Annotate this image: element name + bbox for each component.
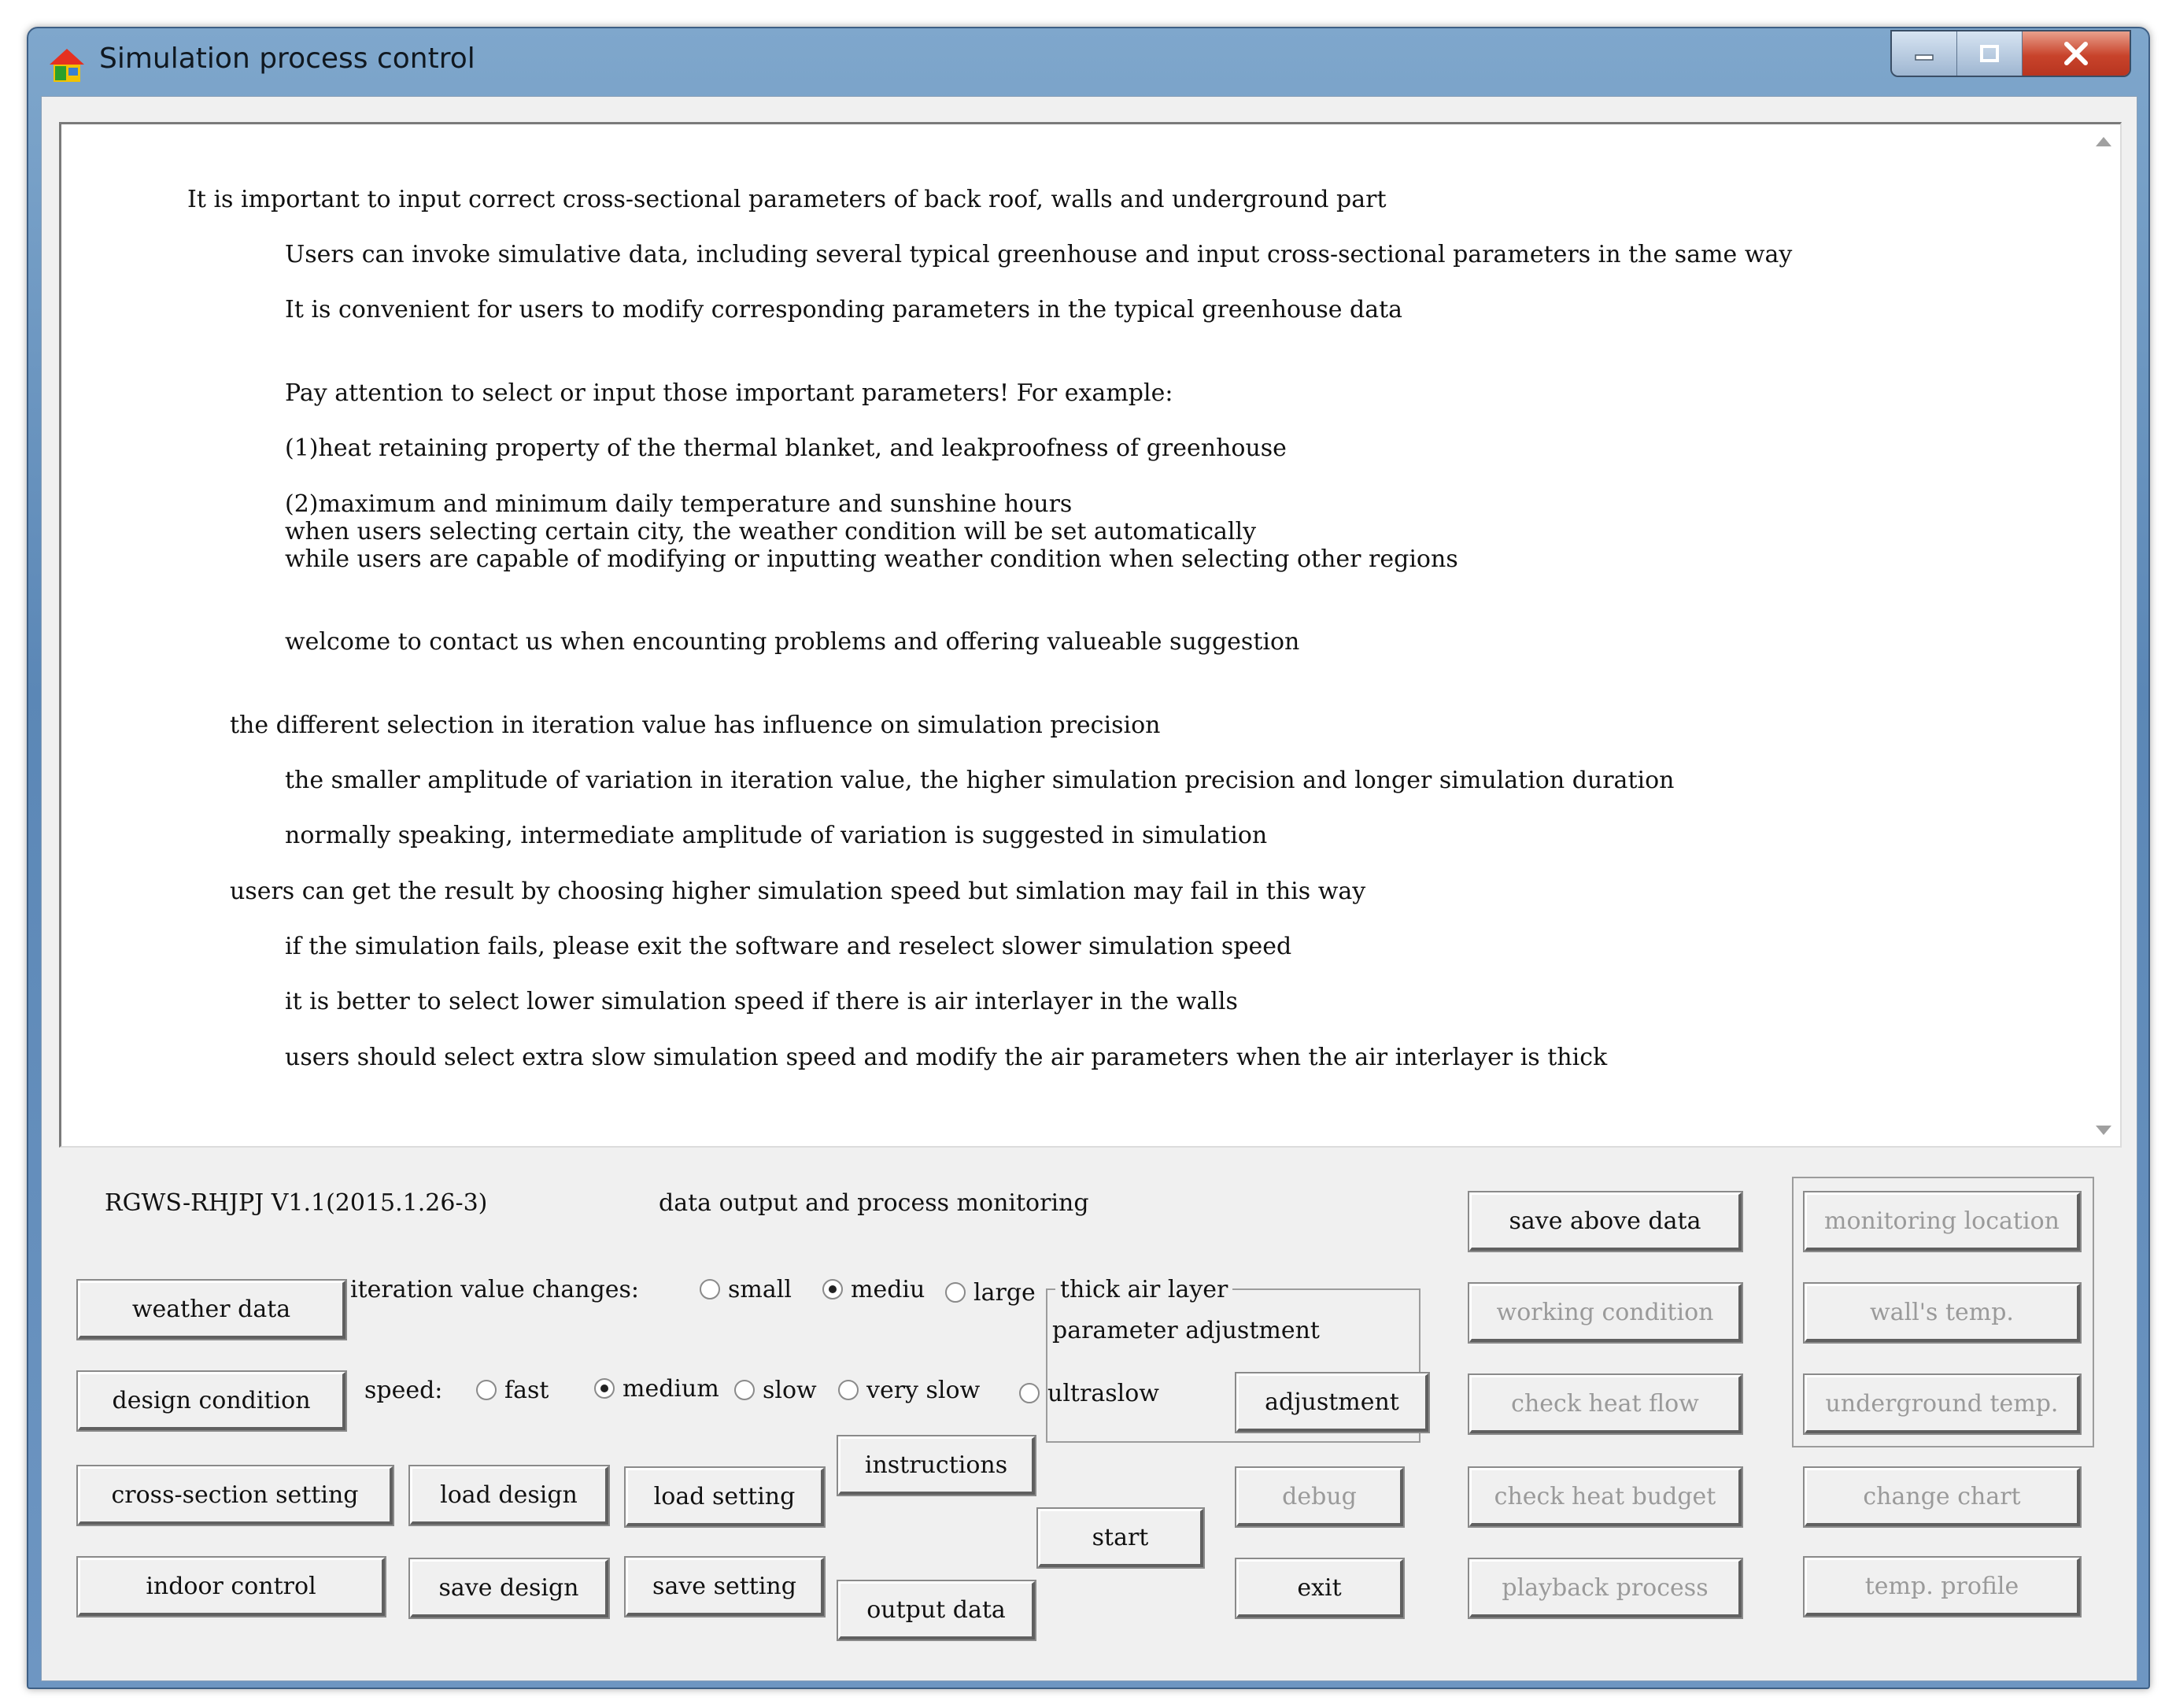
iteration-option-label: mediu xyxy=(851,1276,925,1303)
client-area: It is important to input correct cross-s… xyxy=(41,96,2137,1681)
speed-radio-ultraslow[interactable] xyxy=(1019,1383,1040,1403)
info-line: when users selecting certain city, the w… xyxy=(285,518,1257,545)
close-icon xyxy=(2064,42,2088,65)
change-chart-button[interactable]: change chart xyxy=(1803,1466,2082,1528)
speed-radio-very-slow[interactable] xyxy=(838,1380,859,1400)
info-line: welcome to contact us when encounting pr… xyxy=(285,628,1300,656)
info-line: Pay attention to select or input those i… xyxy=(285,379,1173,407)
iteration-radio-small[interactable] xyxy=(700,1279,720,1299)
speed-radio-slow[interactable] xyxy=(734,1380,755,1400)
monitoring-location-button[interactable]: monitoring location xyxy=(1803,1191,2082,1252)
title-bar[interactable]: Simulation process control xyxy=(28,28,2148,96)
minimize-button[interactable] xyxy=(1892,31,1957,76)
debug-button[interactable]: debug xyxy=(1235,1466,1405,1528)
window-controls xyxy=(1890,30,2131,77)
weather-data-button[interactable]: weather data xyxy=(76,1279,347,1340)
info-line: normally speaking, intermediate amplitud… xyxy=(285,822,1268,849)
save-setting-button[interactable]: save setting xyxy=(624,1556,826,1617)
info-line: users should select extra slow simulatio… xyxy=(285,1044,1608,1071)
speed-option-label: medium xyxy=(623,1375,719,1403)
adjustment-button[interactable]: adjustment xyxy=(1235,1372,1430,1433)
info-line: (2)maximum and minimum daily temperature… xyxy=(285,490,1073,518)
info-line: while users are capable of modifying or … xyxy=(285,545,1458,573)
speed-option-label: very slow xyxy=(866,1377,981,1404)
walls-temp-button[interactable]: wall's temp. xyxy=(1803,1282,2082,1344)
info-line: the smaller amplitude of variation in it… xyxy=(285,767,1675,794)
iteration-radio-large[interactable] xyxy=(945,1282,966,1303)
underground-temp-button[interactable]: underground temp. xyxy=(1803,1373,2082,1435)
design-condition-button[interactable]: design condition xyxy=(76,1370,347,1432)
window-title: Simulation process control xyxy=(99,43,475,75)
maximize-button[interactable] xyxy=(1957,31,2023,76)
instructions-button[interactable]: instructions xyxy=(837,1435,1036,1496)
info-line: It is convenient for users to modify cor… xyxy=(285,296,1403,323)
speed-label: speed: xyxy=(364,1377,443,1404)
working-condition-button[interactable]: working condition xyxy=(1468,1282,1743,1344)
info-line: users can get the result by choosing hig… xyxy=(230,878,1366,905)
iteration-option-label: small xyxy=(728,1276,792,1303)
speed-radio-medium[interactable] xyxy=(594,1378,615,1399)
temp-profile-button[interactable]: temp. profile xyxy=(1803,1556,2082,1617)
exit-button[interactable]: exit xyxy=(1235,1558,1405,1619)
info-line: It is important to input correct cross-s… xyxy=(187,186,1387,213)
maximize-icon xyxy=(1980,45,1999,62)
info-line: Users can invoke simulative data, includ… xyxy=(285,241,1793,268)
minimize-icon xyxy=(1915,54,1934,61)
load-design-button[interactable]: load design xyxy=(408,1465,610,1526)
info-line: (1)heat retaining property of the therma… xyxy=(285,434,1287,462)
info-line: it is better to select lower simulation … xyxy=(285,988,1238,1015)
speed-radio-fast[interactable] xyxy=(476,1380,497,1400)
info-line: if the simulation fails, please exit the… xyxy=(285,933,1292,960)
iteration-option-label: large xyxy=(973,1279,1036,1307)
playback-process-button[interactable]: playback process xyxy=(1468,1558,1743,1619)
close-button[interactable] xyxy=(2023,31,2130,76)
speed-option-label: fast xyxy=(504,1377,549,1404)
app-window: Simulation process control It is importa… xyxy=(27,27,2150,1689)
version-label: RGWS-RHJPJ V1.1(2015.1.26-3) xyxy=(105,1189,488,1217)
load-setting-button[interactable]: load setting xyxy=(624,1466,826,1528)
scroll-down-arrow-icon[interactable] xyxy=(2093,1122,2114,1138)
info-line: the different selection in iteration val… xyxy=(230,712,1161,739)
parameter-adjustment-label: parameter adjustment xyxy=(1052,1317,1320,1344)
cross-section-setting-button[interactable]: cross-section setting xyxy=(76,1465,394,1526)
app-house-icon xyxy=(50,49,84,82)
check-heat-flow-button[interactable]: check heat flow xyxy=(1468,1373,1743,1435)
save-design-button[interactable]: save design xyxy=(408,1558,610,1619)
indoor-control-button[interactable]: indoor control xyxy=(76,1556,386,1617)
save-above-data-button[interactable]: save above data xyxy=(1468,1191,1743,1252)
iteration-label: iteration value changes: xyxy=(350,1276,640,1303)
monitor-label: data output and process monitoring xyxy=(659,1189,1089,1217)
scroll-up-arrow-icon[interactable] xyxy=(2093,134,2114,150)
check-heat-budget-button[interactable]: check heat budget xyxy=(1468,1466,1743,1528)
iteration-radio-medium[interactable] xyxy=(822,1279,843,1299)
speed-option-label: slow xyxy=(763,1377,817,1404)
output-data-button[interactable]: output data xyxy=(837,1580,1036,1641)
instructions-text-area[interactable]: It is important to input correct cross-s… xyxy=(59,122,2122,1148)
start-button[interactable]: start xyxy=(1036,1507,1205,1569)
air-layer-group-title: thick air layer xyxy=(1055,1276,1233,1303)
